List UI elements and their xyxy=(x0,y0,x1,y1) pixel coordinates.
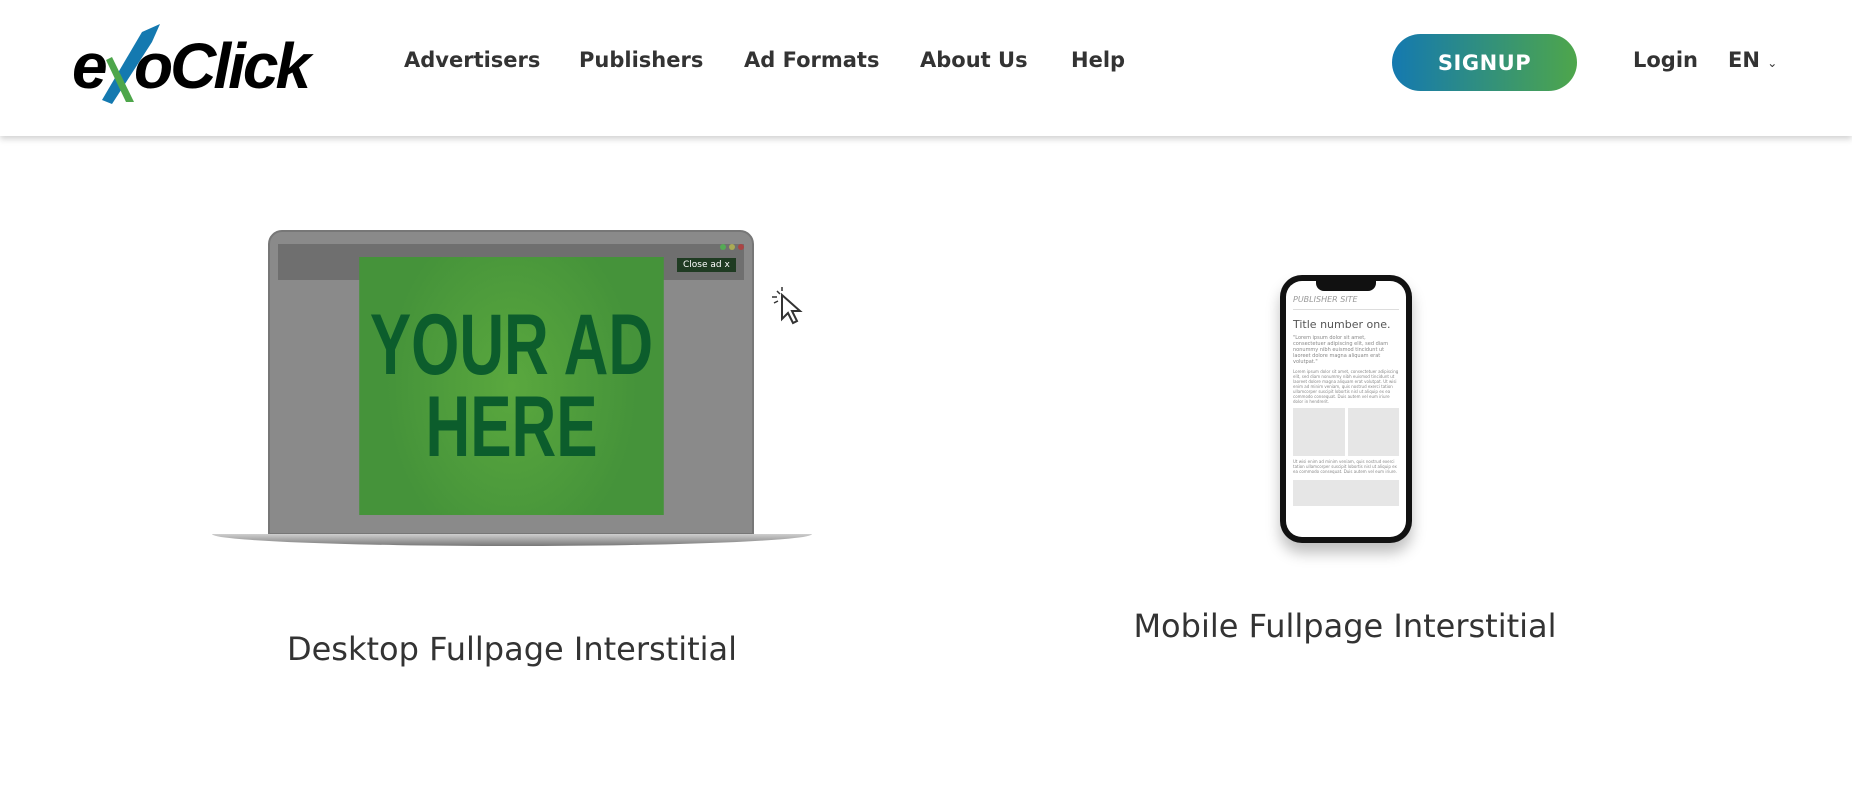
chevron-down-icon: ⌄ xyxy=(1767,56,1778,70)
close-ad-button[interactable]: Close ad x xyxy=(677,258,736,272)
nav-publishers[interactable]: Publishers xyxy=(579,48,703,72)
ad-text-line2: HERE xyxy=(425,379,598,475)
signup-button[interactable]: SIGNUP xyxy=(1392,34,1577,91)
cursor-icon xyxy=(772,287,803,325)
nav-help[interactable]: Help xyxy=(1071,48,1125,72)
svg-text:e: e xyxy=(72,30,106,102)
nav-about-us[interactable]: About Us xyxy=(920,48,1028,72)
language-selector[interactable]: EN ⌄ xyxy=(1728,48,1777,72)
language-label: EN xyxy=(1728,48,1760,72)
article-quote: "Lorem ipsum dolor sit amet, consectetue… xyxy=(1293,335,1389,365)
exoclick-logo[interactable]: e oClick xyxy=(72,22,342,110)
site-header: e oClick Advertisers Publishers Ad Forma… xyxy=(0,0,1852,136)
ad-text-line1: YOUR AD xyxy=(369,297,654,393)
article-body: Lorem ipsum dolor sit amet, consectetuer… xyxy=(1293,369,1399,404)
signup-label: SIGNUP xyxy=(1437,50,1532,75)
mobile-format-label[interactable]: Mobile Fullpage Interstitial xyxy=(1133,607,1556,645)
article-body-2: Ut wisi enim ad minim veniam, quis nostr… xyxy=(1293,459,1398,474)
publisher-site-name: PUBLISHER SITE xyxy=(1293,295,1358,304)
nav-ad-formats[interactable]: Ad Formats xyxy=(744,48,879,72)
svg-text:oClick: oClick xyxy=(134,30,314,102)
article-title: Title number one. xyxy=(1293,318,1391,331)
phone-illustration: PUBLISHER SITE Title number one. "Lorem … xyxy=(1280,275,1412,543)
login-link[interactable]: Login xyxy=(1633,48,1698,72)
desktop-format-label[interactable]: Desktop Fullpage Interstitial xyxy=(287,630,737,668)
ad-placeholder: YOUR AD HERE xyxy=(359,257,664,515)
nav-advertisers[interactable]: Advertisers xyxy=(404,48,540,72)
